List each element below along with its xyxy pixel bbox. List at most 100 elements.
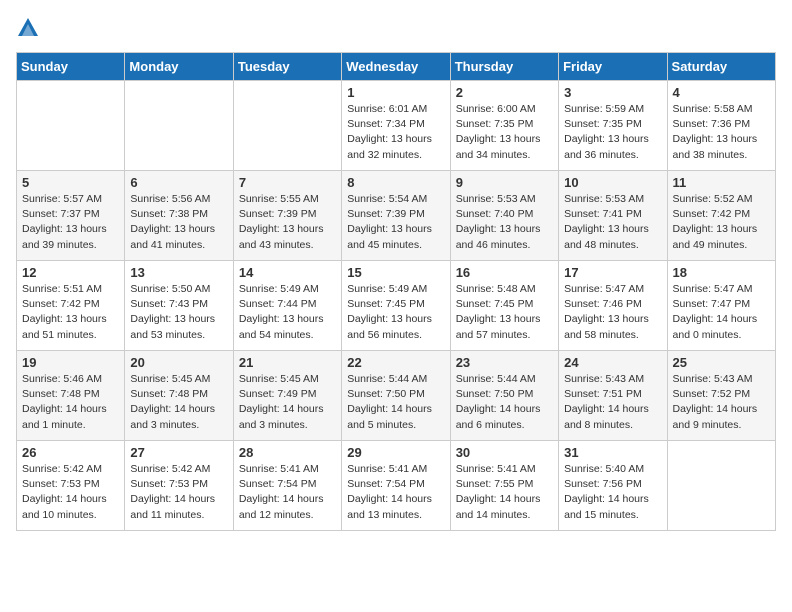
calendar-cell: 7Sunrise: 5:55 AM Sunset: 7:39 PM Daylig… [233, 171, 341, 261]
day-info: Sunrise: 5:54 AM Sunset: 7:39 PM Dayligh… [347, 192, 444, 253]
calendar-cell: 9 Sunrise: 5:53 AM Sunset: 7:40 PM Daylig… [450, 171, 558, 261]
day-number: 2 [456, 85, 553, 100]
day-info: Sunrise: 5:57 AM Sunset: 7:37 PM Dayligh… [22, 192, 119, 253]
day-info: Sunrise: 5:49 AM Sunset: 7:44 PM Dayligh… [239, 282, 336, 343]
calendar-header-tuesday: Tuesday [233, 53, 341, 81]
calendar-cell [125, 81, 233, 171]
calendar-cell: 1 Sunrise: 6:01 AM Sunset: 7:34 PM Daylig… [342, 81, 450, 171]
day-number: 31 [564, 445, 661, 460]
calendar-cell: 15 Sunrise: 5:49 AM Sunset: 7:45 PM Dayli… [342, 261, 450, 351]
day-number: 23 [456, 355, 553, 370]
day-info: Sunrise: 5:44 AM Sunset: 7:50 PM Dayligh… [347, 372, 444, 433]
calendar-cell: 20 Sunrise: 5:45 AM Sunset: 7:48 PM Dayli… [125, 351, 233, 441]
calendar-cell: 14 Sunrise: 5:49 AM Sunset: 7:44 PM Dayli… [233, 261, 341, 351]
day-info: Sunrise: 5:42 AM Sunset: 7:53 PM Dayligh… [22, 462, 119, 523]
calendar-cell [17, 81, 125, 171]
day-number: 24 [564, 355, 661, 370]
calendar-header-saturday: Saturday [667, 53, 775, 81]
day-number: 7 [239, 175, 336, 190]
day-info: Sunrise: 5:42 AM Sunset: 7:53 PM Dayligh… [130, 462, 227, 523]
day-number: 14 [239, 265, 336, 280]
day-number: 16 [456, 265, 553, 280]
calendar-cell: 27 Sunrise: 5:42 AM Sunset: 7:53 PM Dayli… [125, 441, 233, 531]
day-info: Sunrise: 5:46 AM Sunset: 7:48 PM Dayligh… [22, 372, 119, 433]
day-number: 18 [673, 265, 770, 280]
day-number: 19 [22, 355, 119, 370]
day-number: 26 [22, 445, 119, 460]
calendar-cell: 12Sunrise: 5:51 AM Sunset: 7:42 PM Dayli… [17, 261, 125, 351]
day-info: Sunrise: 5:47 AM Sunset: 7:46 PM Dayligh… [564, 282, 661, 343]
day-info: Sunrise: 6:00 AM Sunset: 7:35 PM Dayligh… [456, 102, 553, 163]
day-number: 12 [22, 265, 119, 280]
calendar-header-row: SundayMondayTuesdayWednesdayThursdayFrid… [17, 53, 776, 81]
logo [16, 16, 44, 40]
calendar-cell: 30 Sunrise: 5:41 AM Sunset: 7:55 PM Dayli… [450, 441, 558, 531]
day-number: 25 [673, 355, 770, 370]
day-number: 20 [130, 355, 227, 370]
day-number: 15 [347, 265, 444, 280]
calendar-table: SundayMondayTuesdayWednesdayThursdayFrid… [16, 52, 776, 531]
day-number: 3 [564, 85, 661, 100]
day-info: Sunrise: 5:44 AM Sunset: 7:50 PM Dayligh… [456, 372, 553, 433]
calendar-cell: 10Sunrise: 5:53 AM Sunset: 7:41 PM Dayli… [559, 171, 667, 261]
day-number: 21 [239, 355, 336, 370]
calendar-cell: 5 Sunrise: 5:57 AM Sunset: 7:37 PM Daylig… [17, 171, 125, 261]
calendar-cell [233, 81, 341, 171]
calendar-cell: 28 Sunrise: 5:41 AM Sunset: 7:54 PM Dayli… [233, 441, 341, 531]
calendar-cell: 2 Sunrise: 6:00 AM Sunset: 7:35 PM Daylig… [450, 81, 558, 171]
day-info: Sunrise: 5:53 AM Sunset: 7:40 PM Dayligh… [456, 192, 553, 253]
day-info: Sunrise: 5:52 AM Sunset: 7:42 PM Dayligh… [673, 192, 770, 253]
day-info: Sunrise: 6:01 AM Sunset: 7:34 PM Dayligh… [347, 102, 444, 163]
calendar-week-row: 19 Sunrise: 5:46 AM Sunset: 7:48 PM Dayli… [17, 351, 776, 441]
calendar-cell: 4 Sunrise: 5:58 AM Sunset: 7:36 PM Daylig… [667, 81, 775, 171]
logo-icon [16, 16, 40, 40]
calendar-week-row: 5 Sunrise: 5:57 AM Sunset: 7:37 PM Daylig… [17, 171, 776, 261]
calendar-cell: 24 Sunrise: 5:43 AM Sunset: 7:51 PM Dayli… [559, 351, 667, 441]
day-number: 27 [130, 445, 227, 460]
day-number: 1 [347, 85, 444, 100]
calendar-cell: 26 Sunrise: 5:42 AM Sunset: 7:53 PM Dayli… [17, 441, 125, 531]
day-info: Sunrise: 5:43 AM Sunset: 7:51 PM Dayligh… [564, 372, 661, 433]
day-number: 13 [130, 265, 227, 280]
calendar-cell: 22Sunrise: 5:44 AM Sunset: 7:50 PM Dayli… [342, 351, 450, 441]
day-info: Sunrise: 5:43 AM Sunset: 7:52 PM Dayligh… [673, 372, 770, 433]
day-info: Sunrise: 5:56 AM Sunset: 7:38 PM Dayligh… [130, 192, 227, 253]
calendar-cell: 16 Sunrise: 5:48 AM Sunset: 7:45 PM Dayli… [450, 261, 558, 351]
calendar-cell: 6 Sunrise: 5:56 AM Sunset: 7:38 PM Daylig… [125, 171, 233, 261]
day-info: Sunrise: 5:41 AM Sunset: 7:54 PM Dayligh… [239, 462, 336, 523]
day-info: Sunrise: 5:40 AM Sunset: 7:56 PM Dayligh… [564, 462, 661, 523]
calendar-header-sunday: Sunday [17, 53, 125, 81]
calendar-cell: 3 Sunrise: 5:59 AM Sunset: 7:35 PM Daylig… [559, 81, 667, 171]
day-number: 17 [564, 265, 661, 280]
day-info: Sunrise: 5:58 AM Sunset: 7:36 PM Dayligh… [673, 102, 770, 163]
calendar-cell: 13 Sunrise: 5:50 AM Sunset: 7:43 PM Dayli… [125, 261, 233, 351]
day-number: 6 [130, 175, 227, 190]
day-info: Sunrise: 5:49 AM Sunset: 7:45 PM Dayligh… [347, 282, 444, 343]
calendar-header-friday: Friday [559, 53, 667, 81]
calendar-cell: 31 Sunrise: 5:40 AM Sunset: 7:56 PM Dayli… [559, 441, 667, 531]
day-number: 5 [22, 175, 119, 190]
day-number: 28 [239, 445, 336, 460]
day-number: 4 [673, 85, 770, 100]
calendar-header-wednesday: Wednesday [342, 53, 450, 81]
day-info: Sunrise: 5:41 AM Sunset: 7:55 PM Dayligh… [456, 462, 553, 523]
day-info: Sunrise: 5:45 AM Sunset: 7:48 PM Dayligh… [130, 372, 227, 433]
calendar-week-row: 12Sunrise: 5:51 AM Sunset: 7:42 PM Dayli… [17, 261, 776, 351]
calendar-cell: 21Sunrise: 5:45 AM Sunset: 7:49 PM Dayli… [233, 351, 341, 441]
day-number: 9 [456, 175, 553, 190]
day-number: 30 [456, 445, 553, 460]
calendar-cell [667, 441, 775, 531]
day-info: Sunrise: 5:59 AM Sunset: 7:35 PM Dayligh… [564, 102, 661, 163]
day-info: Sunrise: 5:50 AM Sunset: 7:43 PM Dayligh… [130, 282, 227, 343]
day-info: Sunrise: 5:53 AM Sunset: 7:41 PM Dayligh… [564, 192, 661, 253]
calendar-cell: 19 Sunrise: 5:46 AM Sunset: 7:48 PM Dayli… [17, 351, 125, 441]
calendar-cell: 25 Sunrise: 5:43 AM Sunset: 7:52 PM Dayli… [667, 351, 775, 441]
page-header [16, 16, 776, 40]
day-info: Sunrise: 5:41 AM Sunset: 7:54 PM Dayligh… [347, 462, 444, 523]
calendar-header-thursday: Thursday [450, 53, 558, 81]
calendar-week-row: 26 Sunrise: 5:42 AM Sunset: 7:53 PM Dayli… [17, 441, 776, 531]
day-info: Sunrise: 5:47 AM Sunset: 7:47 PM Dayligh… [673, 282, 770, 343]
day-info: Sunrise: 5:48 AM Sunset: 7:45 PM Dayligh… [456, 282, 553, 343]
calendar-cell: 8 Sunrise: 5:54 AM Sunset: 7:39 PM Daylig… [342, 171, 450, 261]
day-number: 8 [347, 175, 444, 190]
